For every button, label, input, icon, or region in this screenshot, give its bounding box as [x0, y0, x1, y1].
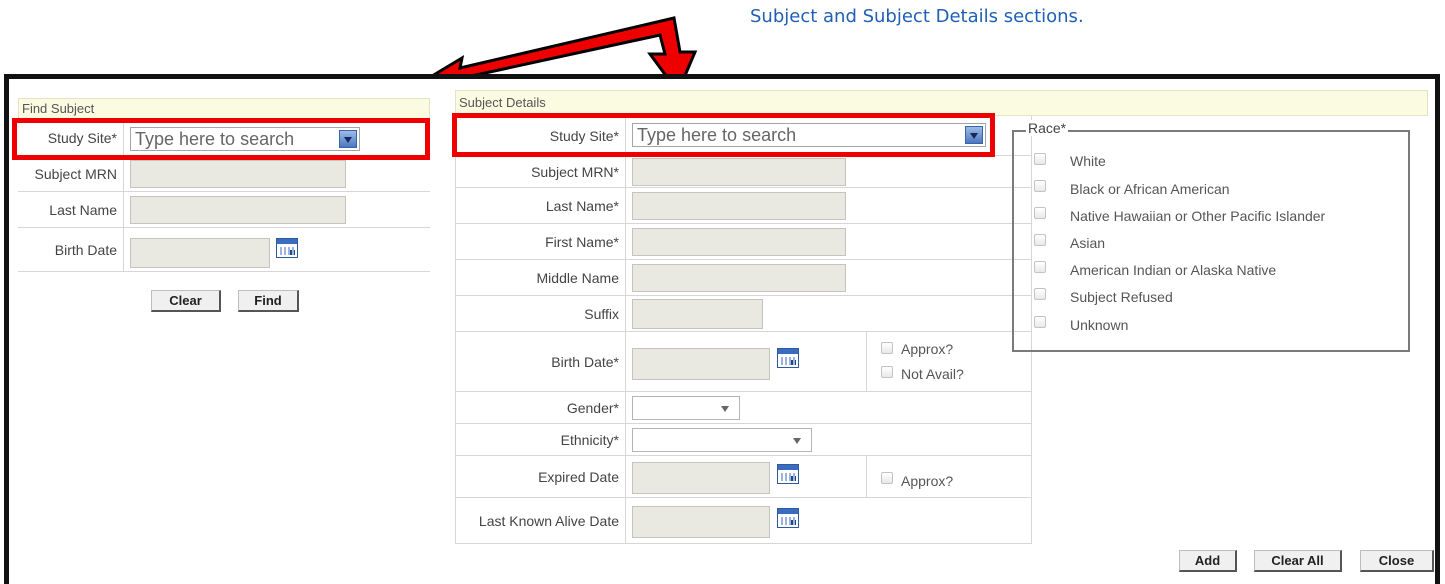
- race-black-checkbox[interactable]: [1034, 180, 1046, 192]
- race-option-label: Black or African American: [1070, 181, 1230, 197]
- details-last-alive-input[interactable]: [632, 506, 770, 538]
- race-pacific-islander-checkbox[interactable]: [1034, 207, 1046, 219]
- find-mrn-input[interactable]: [130, 160, 346, 188]
- find-last-name-input[interactable]: [130, 196, 346, 224]
- find-clear-button[interactable]: Clear: [151, 290, 221, 312]
- find-mrn-label: Subject MRN: [18, 156, 124, 191]
- details-first-name-row: First Name*: [456, 224, 1031, 260]
- race-option-label: Asian: [1070, 235, 1106, 251]
- details-last-alive-row: Last Known Alive Date: [456, 498, 1031, 544]
- details-expired-date-row: Expired Date Approx?: [456, 456, 1031, 498]
- details-ethnicity-label: Ethnicity*: [456, 424, 626, 455]
- expired-approx-checkbox[interactable]: [881, 472, 893, 484]
- calendar-icon[interactable]: [777, 348, 799, 368]
- birth-approx-label: Approx?: [901, 341, 954, 357]
- race-option-label: White: [1070, 153, 1106, 169]
- details-suffix-row: Suffix: [456, 296, 1031, 332]
- details-gender-row: Gender*: [456, 392, 1031, 424]
- find-button[interactable]: Find: [238, 290, 299, 312]
- details-gender-label: Gender*: [456, 392, 626, 423]
- find-last-name-label: Last Name: [18, 192, 124, 227]
- add-button[interactable]: Add: [1179, 550, 1237, 572]
- race-option-label: Subject Refused: [1070, 289, 1173, 305]
- details-mrn-row: Subject MRN*: [456, 156, 1031, 188]
- race-option-label: Native Hawaiian or Other Pacific Islande…: [1070, 208, 1326, 224]
- details-middle-name-label: Middle Name: [456, 260, 626, 295]
- subject-details-form: Study Site* Type here to search Subject …: [455, 116, 1032, 544]
- race-white-checkbox[interactable]: [1034, 153, 1046, 165]
- details-first-name-label: First Name*: [456, 224, 626, 259]
- details-mrn-label: Subject MRN*: [456, 156, 626, 187]
- details-expired-date-input[interactable]: [632, 462, 770, 494]
- details-birth-date-input[interactable]: [632, 348, 770, 380]
- calendar-icon[interactable]: [777, 464, 799, 484]
- details-ethnicity-row: Ethnicity*: [456, 424, 1031, 456]
- find-mrn-row: Subject MRN: [18, 156, 430, 192]
- calendar-icon[interactable]: [777, 508, 799, 528]
- details-ethnicity-select[interactable]: [632, 428, 812, 452]
- find-subject-header: Find Subject: [18, 98, 430, 120]
- close-button[interactable]: Close: [1360, 550, 1434, 572]
- race-option-label: American Indian or Alaska Native: [1070, 262, 1277, 278]
- race-refused-checkbox[interactable]: [1034, 288, 1046, 300]
- clear-all-button[interactable]: Clear All: [1254, 550, 1342, 572]
- column-divider: [866, 456, 867, 497]
- column-divider: [866, 332, 867, 391]
- details-last-alive-label: Last Known Alive Date: [456, 498, 626, 543]
- birth-not-avail-label: Not Avail?: [901, 366, 964, 382]
- find-birth-date-input[interactable]: [130, 238, 270, 268]
- expired-approx-label: Approx?: [901, 473, 954, 489]
- details-last-name-input[interactable]: [632, 192, 846, 220]
- details-expired-date-label: Expired Date: [456, 456, 626, 497]
- details-suffix-input[interactable]: [632, 299, 763, 329]
- find-last-name-row: Last Name: [18, 192, 430, 228]
- birth-approx-checkbox[interactable]: [881, 342, 893, 354]
- details-birth-date-row: Birth Date* Approx? Not Avail?: [456, 332, 1031, 392]
- find-birth-date-label: Birth Date: [18, 228, 124, 271]
- details-middle-name-row: Middle Name: [456, 260, 1031, 296]
- race-legend: Race*: [1026, 120, 1069, 136]
- details-birth-date-label: Birth Date*: [456, 332, 626, 391]
- annotation-highlight-find-study-site: [12, 118, 430, 160]
- details-last-name-label: Last Name*: [456, 188, 626, 223]
- details-first-name-input[interactable]: [632, 228, 846, 256]
- race-american-indian-checkbox[interactable]: [1034, 261, 1046, 273]
- details-middle-name-input[interactable]: [632, 264, 846, 292]
- race-unknown-checkbox[interactable]: [1034, 316, 1046, 328]
- details-last-name-row: Last Name*: [456, 188, 1031, 224]
- details-gender-select[interactable]: [632, 396, 740, 420]
- calendar-icon[interactable]: [276, 238, 298, 258]
- find-birth-date-row: Birth Date: [18, 228, 430, 272]
- birth-not-avail-checkbox[interactable]: [881, 366, 893, 378]
- annotation-highlight-details-study-site: [452, 113, 995, 157]
- details-mrn-input[interactable]: [632, 158, 846, 186]
- annotation-caption: Subject and Subject Details sections.: [750, 6, 1084, 27]
- race-asian-checkbox[interactable]: [1034, 234, 1046, 246]
- details-suffix-label: Suffix: [456, 296, 626, 331]
- race-option-label: Unknown: [1070, 317, 1129, 333]
